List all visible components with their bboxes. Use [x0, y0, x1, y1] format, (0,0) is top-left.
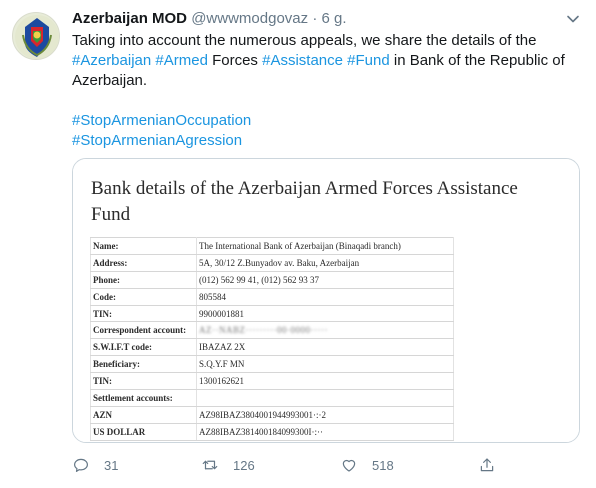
document-title: Bank details of the Azerbaijan Armed For…	[91, 178, 518, 225]
row-value: 1300162621	[196, 372, 454, 391]
author-name[interactable]: Azerbaijan MOD	[72, 10, 187, 27]
row-value	[196, 389, 454, 407]
table-row: US DOLLAR AZ88IBAZ381400184099300I·:··	[90, 423, 454, 441]
row-label: Beneficiary:	[90, 355, 197, 374]
tweet-line-2: #Azerbaijan #Armed Forces #Assistance #F…	[72, 51, 582, 71]
separator: ·	[312, 10, 318, 27]
row-value: 9900001881	[196, 305, 454, 323]
tweet-line-5: #StopArmenianOccupation	[72, 111, 582, 131]
hashtag-assistance[interactable]: #Assistance	[262, 52, 343, 69]
table-row: Correspondent account: AZ··NABZ·········0…	[90, 321, 454, 340]
text-segment: in Bank of the Republic of	[389, 52, 565, 69]
row-label: TIN:	[90, 372, 197, 391]
text-segment: Forces	[207, 52, 263, 69]
tweet-line-1: Taking into account the numerous appeals…	[72, 31, 582, 51]
row-value: The International Bank of Azerbaijan (Bi…	[196, 237, 454, 255]
tweet-line-6: #StopArmenianAgression	[72, 131, 582, 151]
bank-details-image: Bank details of the Azerbaijan Armed For…	[73, 159, 579, 442]
reply-count: 31	[104, 457, 119, 473]
text-segment: Azerbaijan.	[72, 72, 148, 89]
hashtag-stop-armenian-agression[interactable]: #StopArmenianAgression	[72, 132, 242, 149]
tweet-text: Taking into account the numerous appeals…	[72, 31, 582, 151]
retweet-icon	[202, 460, 218, 470]
media-card[interactable]: Bank details of the Azerbaijan Armed For…	[72, 158, 580, 443]
table-row: Beneficiary: S.Q.Y.F MN	[90, 355, 454, 374]
table-row: TIN: 1300162621	[90, 372, 454, 391]
table-row: Name: The International Bank of Azerbaija…	[90, 237, 454, 255]
table-row: Phone: (012) 562 99 41, (012) 562 93 37	[90, 271, 454, 289]
row-label: Correspondent account:	[90, 321, 197, 340]
row-label: AZN	[90, 406, 197, 424]
table-row: Code: 805584	[90, 288, 454, 306]
row-value: AZ88IBAZ381400184099300I·:··	[196, 423, 454, 441]
heart-icon	[342, 459, 356, 472]
tweet-actions: 31 126 518	[72, 454, 502, 476]
table-row: AZN AZ98IBAZ3804001944993001·:·2	[90, 406, 454, 424]
share-icon	[480, 458, 494, 472]
hashtag-armed[interactable]: #Armed	[155, 52, 208, 69]
row-label: Address:	[90, 254, 197, 272]
chevron-down-icon[interactable]	[564, 10, 582, 28]
row-value: AZ··NABZ·········00·0000·····	[196, 321, 454, 340]
retweet-button[interactable]: 126	[201, 454, 255, 476]
table-row: Settlement accounts:	[90, 389, 454, 407]
share-button[interactable]	[478, 454, 510, 476]
row-label: Phone:	[90, 271, 197, 289]
row-label: Code:	[90, 288, 197, 306]
reply-button[interactable]: 31	[72, 454, 118, 476]
row-value: 5A, 30/12 Z.Bunyadov av. Baku, Azerbaija…	[196, 254, 454, 272]
tweet-time[interactable]: 6 g.	[321, 10, 346, 27]
text-segment: Taking into account the numerous appeals…	[72, 32, 537, 49]
bank-details-table: Name: The International Bank of Azerbaija…	[90, 237, 454, 441]
row-label: US DOLLAR	[90, 423, 197, 441]
row-label: S.W.I.F.T code:	[90, 338, 197, 357]
like-button[interactable]: 518	[340, 454, 394, 476]
row-label: Name:	[90, 237, 197, 255]
row-value: IBAZAZ 2X	[196, 338, 454, 357]
row-value: AZ98IBAZ3804001944993001·:·2	[196, 406, 454, 424]
row-label: Settlement accounts:	[90, 389, 197, 407]
reply-icon	[74, 458, 88, 472]
tweet-line-3: Azerbaijan.	[72, 71, 582, 91]
like-count: 518	[372, 457, 394, 473]
table-row: TIN: 9900001881	[90, 305, 454, 323]
author-handle[interactable]: @wwwmodgovaz	[191, 10, 308, 27]
row-label: TIN:	[90, 305, 197, 323]
row-value: S.Q.Y.F MN	[196, 355, 454, 374]
hashtag-fund[interactable]: #Fund	[347, 52, 390, 69]
table-row: S.W.I.F.T code: IBAZAZ 2X	[90, 338, 454, 357]
emblem-icon	[15, 15, 59, 59]
tweet-header: Azerbaijan MOD @wwwmodgovaz · 6 g.	[72, 9, 347, 29]
row-value: (012) 562 99 41, (012) 562 93 37	[196, 271, 454, 289]
table-row: Address: 5A, 30/12 Z.Bunyadov av. Baku, A…	[90, 254, 454, 272]
row-value: 805584	[196, 288, 454, 306]
hashtag-stop-armenian-occupation[interactable]: #StopArmenianOccupation	[72, 112, 251, 129]
retweet-count: 126	[233, 457, 255, 473]
hashtag-azerbaijan[interactable]: #Azerbaijan	[72, 52, 151, 69]
avatar[interactable]	[12, 12, 60, 60]
